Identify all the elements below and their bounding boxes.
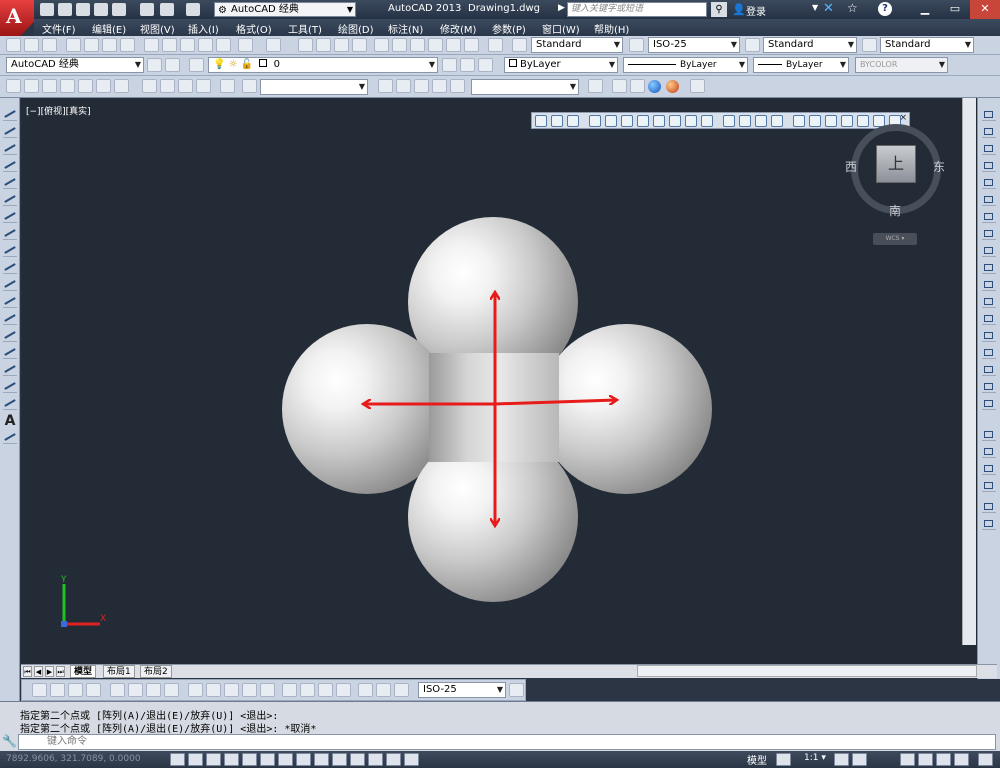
clean-screen-icon[interactable] [978, 753, 993, 766]
next-tab-icon[interactable]: ▶ [45, 666, 54, 677]
center-mark-icon[interactable] [300, 683, 315, 697]
dim-edit-icon[interactable] [358, 683, 373, 697]
dimension-toolbar: ISO-25 ▼ [21, 679, 526, 701]
infer-constraints-icon[interactable] [170, 753, 185, 766]
quick-properties-icon[interactable] [386, 753, 401, 766]
chevron-down-icon: ▼ [496, 685, 503, 694]
grid-display-icon[interactable] [206, 753, 221, 766]
ortho-mode-icon[interactable] [224, 753, 239, 766]
snap-mode-icon[interactable] [188, 753, 203, 766]
dim-break-icon[interactable] [260, 683, 275, 697]
aligned-dim-icon[interactable] [50, 683, 65, 697]
tab-model[interactable]: 模型 [70, 665, 97, 678]
arrow-right [494, 400, 616, 406]
tolerance-icon[interactable] [282, 683, 297, 697]
wrench-icon[interactable]: 🔧 [2, 734, 17, 750]
ucs-x-label: X [100, 614, 106, 624]
quick-view-layouts-icon[interactable] [776, 753, 791, 766]
lineweight-icon[interactable] [350, 753, 365, 766]
command-history-line: 指定第二个点或 [阵列(A)/退出(E)/放弃(U)] <退出>: *取消* [20, 724, 317, 735]
model-space-toggle[interactable]: 模型 [747, 752, 767, 767]
polar-tracking-icon[interactable] [242, 753, 257, 766]
toolbar-dock [526, 679, 1000, 701]
baseline-icon[interactable] [206, 683, 221, 697]
prev-tab-icon[interactable]: ◀ [34, 666, 43, 677]
annotation-scale[interactable]: 1:1 ▾ [804, 753, 826, 763]
horizontal-scrollbar[interactable] [637, 665, 977, 677]
dimension-style-icon[interactable] [509, 683, 524, 697]
linear-dim-icon[interactable] [32, 683, 47, 697]
jogged-icon[interactable] [128, 683, 143, 697]
last-tab-icon[interactable]: ⏭ [56, 666, 65, 677]
vertical-scrollbar[interactable] [962, 98, 976, 645]
tab-layout2[interactable]: 布局2 [140, 665, 172, 678]
object-snap-tracking-icon[interactable] [296, 753, 311, 766]
dim-space-icon[interactable] [242, 683, 257, 697]
first-tab-icon[interactable]: ⏮ [23, 666, 32, 677]
command-input[interactable]: 键入命令 [18, 734, 996, 750]
annotation-arrows [0, 0, 1000, 768]
dim-text-edit-icon[interactable] [376, 683, 391, 697]
3d-object-snap-icon[interactable] [278, 753, 293, 766]
hardware-acceleration-icon[interactable] [936, 753, 951, 766]
angular-icon[interactable] [164, 683, 179, 697]
transparency-icon[interactable] [368, 753, 383, 766]
isolate-objects-icon[interactable] [954, 753, 969, 766]
tab-layout1[interactable]: 布局1 [103, 665, 135, 678]
auto-scale-icon[interactable] [852, 753, 867, 766]
dim-update-icon[interactable] [394, 683, 409, 697]
coordinates-readout[interactable]: 7892.9606, 321.7089, 0.0000 [6, 754, 141, 764]
inspection-icon[interactable] [318, 683, 333, 697]
object-snap-icon[interactable] [260, 753, 275, 766]
status-bar [0, 751, 1000, 768]
continue-icon[interactable] [224, 683, 239, 697]
annotation-visibility-icon[interactable] [834, 753, 849, 766]
dynamic-input-icon[interactable] [332, 753, 347, 766]
quick-dim-icon[interactable] [188, 683, 203, 697]
ucs-icon: Y X [60, 575, 106, 627]
workspace-switching-icon[interactable] [900, 753, 915, 766]
selection-cycling-icon[interactable] [404, 753, 419, 766]
jogged-linear-icon[interactable] [336, 683, 351, 697]
diameter-icon[interactable] [146, 683, 161, 697]
ordinate-icon[interactable] [86, 683, 101, 697]
toolbar-lock-icon[interactable] [918, 753, 933, 766]
arc-length-icon[interactable] [68, 683, 83, 697]
dynamic-ucs-icon[interactable] [314, 753, 329, 766]
radius-icon[interactable] [110, 683, 125, 697]
dim-style-select[interactable]: ISO-25 ▼ [418, 682, 506, 698]
ucs-y-label: Y [60, 575, 67, 585]
